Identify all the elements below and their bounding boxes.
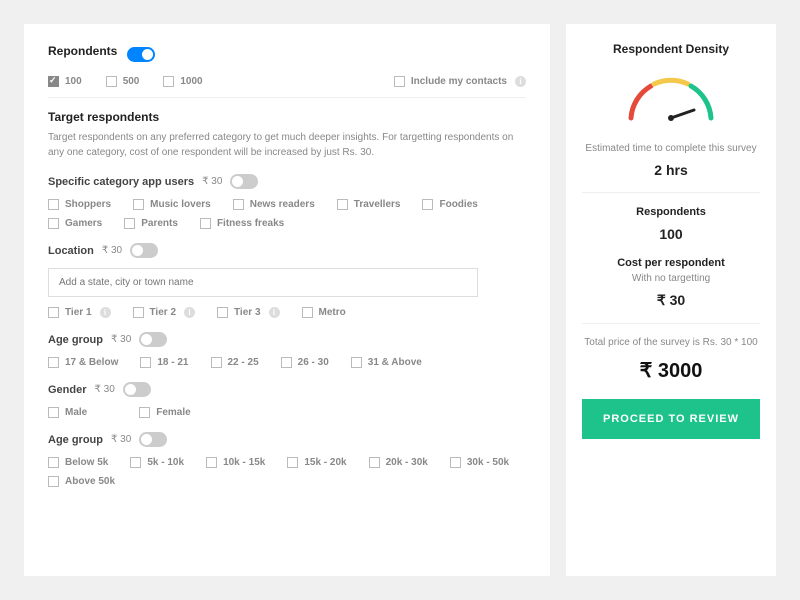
respondents-label: Repondents (48, 44, 117, 58)
checkbox-100[interactable] (48, 76, 59, 87)
main-panel: Repondents 100 500 1000 Include my conta… (24, 24, 550, 576)
checkbox[interactable] (140, 357, 151, 368)
checkbox[interactable] (211, 357, 222, 368)
income-price: ₹ 30 (111, 434, 131, 445)
checkbox[interactable] (233, 199, 244, 210)
target-title: Target respondents (48, 110, 526, 124)
gauge-icon (616, 68, 726, 128)
checkbox-include-contacts[interactable] (394, 76, 405, 87)
option-label: 100 (65, 76, 82, 87)
category-price: ₹ 30 (202, 176, 222, 187)
income-toggle[interactable] (139, 432, 167, 447)
checkbox[interactable] (133, 199, 144, 210)
age-label: Age group (48, 334, 103, 346)
option-label: 1000 (180, 76, 202, 87)
checkbox[interactable] (281, 357, 292, 368)
checkbox[interactable] (48, 457, 59, 468)
income-options: Below 5k 5k - 10k 10k - 15k 15k - 20k 20… (48, 457, 526, 487)
category-toggle[interactable] (230, 174, 258, 189)
gender-label: Gender (48, 384, 87, 396)
checkbox[interactable] (124, 218, 135, 229)
checkbox-1000[interactable] (163, 76, 174, 87)
checkbox[interactable] (206, 457, 217, 468)
total-label: Total price of the survey is Rs. 30 * 10… (582, 336, 760, 350)
age-toggle[interactable] (139, 332, 167, 347)
gender-toggle[interactable] (123, 382, 151, 397)
time-value: 2 hrs (582, 162, 760, 178)
checkbox[interactable] (351, 357, 362, 368)
checkbox[interactable] (133, 307, 144, 318)
cost-label: Cost per respondent (582, 256, 760, 271)
checkbox[interactable] (450, 457, 461, 468)
checkbox[interactable] (217, 307, 228, 318)
location-label: Location (48, 245, 94, 257)
checkbox[interactable] (130, 457, 141, 468)
gender-price: ₹ 30 (95, 384, 115, 395)
location-toggle[interactable] (130, 243, 158, 258)
checkbox[interactable] (48, 476, 59, 487)
checkbox[interactable] (302, 307, 313, 318)
checkbox[interactable] (200, 218, 211, 229)
income-label: Age group (48, 434, 103, 446)
cost-value: ₹ 30 (582, 292, 760, 309)
location-options: Tier 1i Tier 2i Tier 3i Metro (48, 307, 526, 318)
info-icon[interactable]: i (515, 76, 526, 87)
summary-panel: Respondent Density Estimated time to com… (566, 24, 776, 576)
checkbox[interactable] (369, 457, 380, 468)
checkbox[interactable] (48, 199, 59, 210)
checkbox[interactable] (48, 407, 59, 418)
checkbox[interactable] (337, 199, 348, 210)
respondents-count-value: 100 (582, 226, 760, 242)
gender-options: Male Female (48, 407, 526, 418)
respondents-count-label: Respondents (582, 205, 760, 220)
location-price: ₹ 30 (102, 245, 122, 256)
category-label: Specific category app users (48, 176, 194, 188)
category-options: Shoppers Music lovers News readers Trave… (48, 199, 526, 229)
info-icon[interactable]: i (184, 307, 195, 318)
checkbox[interactable] (48, 307, 59, 318)
checkbox[interactable] (422, 199, 433, 210)
location-input[interactable] (48, 268, 478, 297)
checkbox-500[interactable] (106, 76, 117, 87)
density-title: Respondent Density (582, 42, 760, 56)
info-icon[interactable]: i (100, 307, 111, 318)
age-price: ₹ 30 (111, 334, 131, 345)
target-subtitle: Target respondents on any preferred cate… (48, 130, 526, 160)
checkbox[interactable] (287, 457, 298, 468)
checkbox[interactable] (139, 407, 150, 418)
info-icon[interactable]: i (269, 307, 280, 318)
total-value: ₹ 3000 (582, 358, 760, 383)
option-label: 500 (123, 76, 140, 87)
checkbox[interactable] (48, 218, 59, 229)
proceed-button[interactable]: PROCEED TO REVIEW (582, 399, 760, 439)
cost-sublabel: With no targetting (582, 272, 760, 286)
include-contacts-label: Include my contacts (411, 76, 507, 87)
respondents-toggle[interactable] (127, 47, 155, 62)
time-label: Estimated time to complete this survey (582, 142, 760, 156)
checkbox[interactable] (48, 357, 59, 368)
age-options: 17 & Below 18 - 21 22 - 25 26 - 30 31 & … (48, 357, 526, 368)
